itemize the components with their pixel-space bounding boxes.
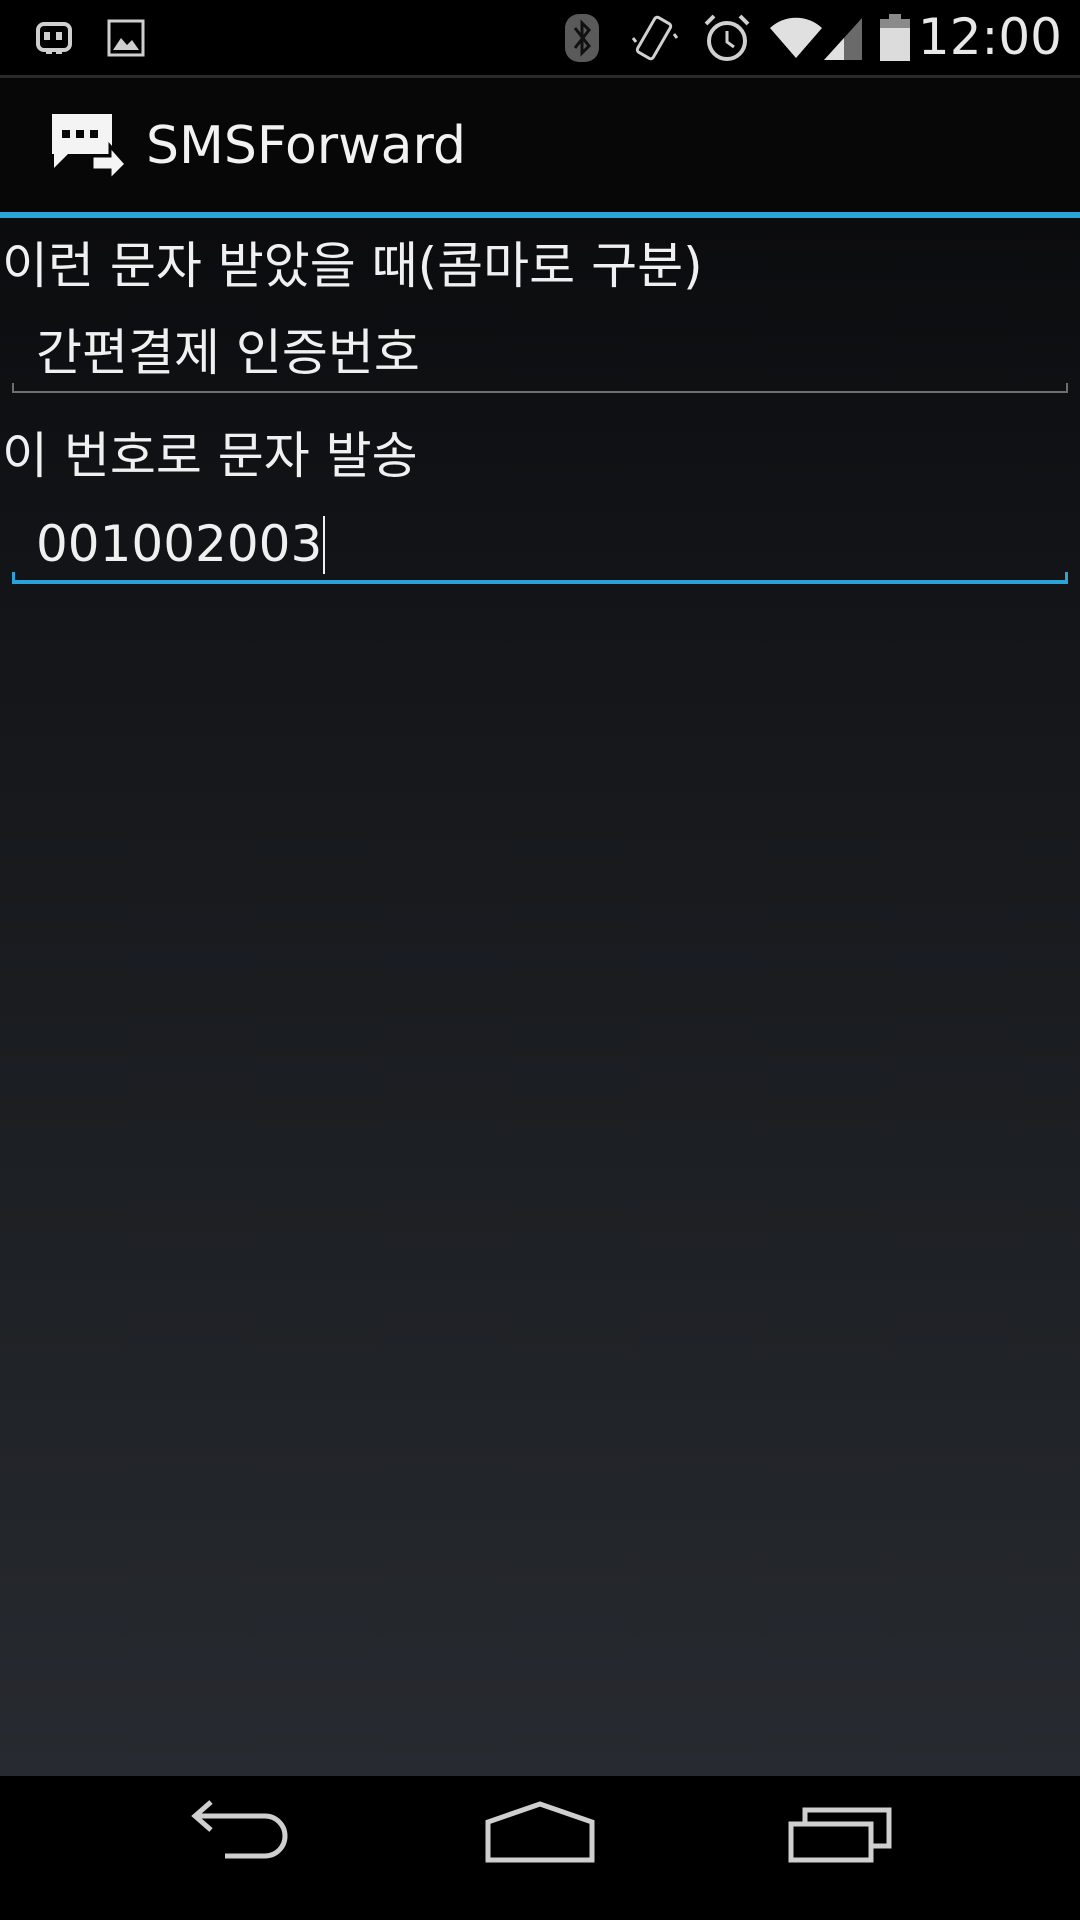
battery-icon	[878, 12, 912, 62]
app-title: SMSForward	[146, 116, 466, 176]
input-underline-focused	[12, 580, 1068, 584]
vibrate-icon	[630, 12, 678, 62]
home-button[interactable]	[450, 1796, 630, 1900]
status-clock: 12:00	[917, 8, 1062, 66]
navigation-bar	[0, 1776, 1080, 1920]
main-content: 이런 문자 받았을 때(콤마로 구분) 간편결제 인증번호 이 번호로 문자 발…	[0, 218, 1080, 1776]
bluetooth-icon	[563, 12, 601, 62]
alarm-icon	[702, 12, 752, 62]
input-underline	[12, 391, 1068, 393]
back-button[interactable]	[150, 1796, 330, 1900]
status-bar: 12:00	[0, 0, 1080, 75]
screen: 12:00 SMSForward 이런 문자 받았을 때(콤마로 구분) 간편결…	[0, 0, 1080, 1920]
sms-forward-icon[interactable]	[48, 110, 129, 184]
trigger-keywords-label: 이런 문자 받았을 때(콤마로 구분)	[2, 237, 703, 295]
trigger-keywords-value: 간편결제 인증번호	[36, 324, 420, 382]
target-number-label: 이 번호로 문자 발송	[2, 427, 418, 485]
text-cursor	[323, 515, 326, 574]
gallery-icon	[106, 18, 146, 68]
signal-icon	[822, 12, 864, 62]
wifi-icon	[768, 12, 824, 62]
home-icon	[450, 1796, 630, 1866]
action-bar: SMSForward	[0, 78, 1080, 214]
recents-button[interactable]	[752, 1796, 932, 1900]
recents-icon	[752, 1796, 932, 1866]
target-number-value: 001002003	[36, 504, 326, 584]
back-icon	[150, 1796, 330, 1866]
target-number-input[interactable]: 001002003	[12, 504, 1068, 584]
trigger-keywords-input[interactable]: 간편결제 인증번호	[12, 313, 1068, 393]
notification-app-icon	[34, 18, 74, 68]
